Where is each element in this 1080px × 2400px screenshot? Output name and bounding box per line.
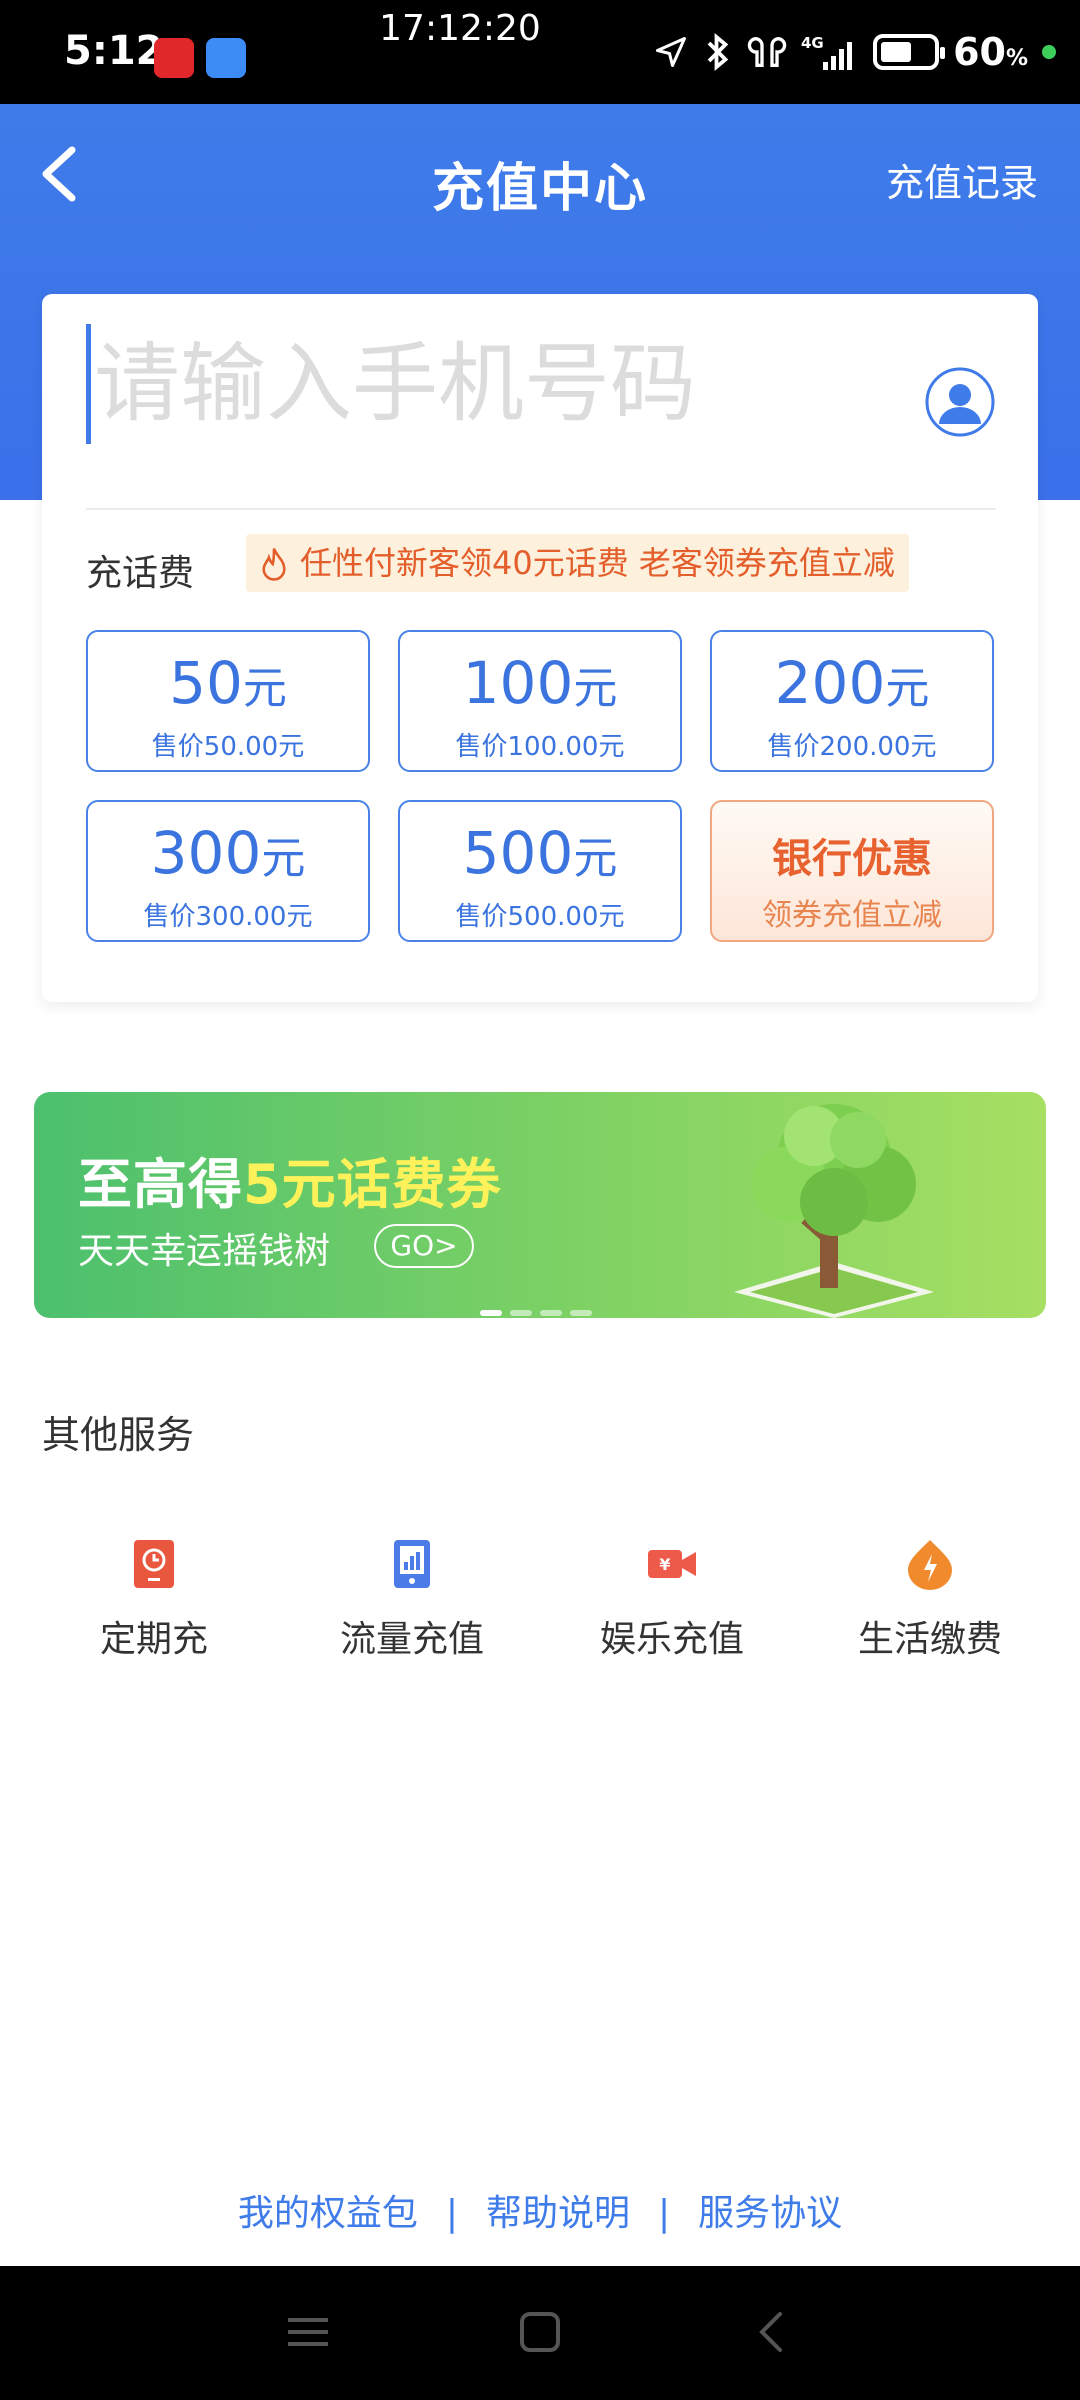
service-agreement-link[interactable]: 服务协议 bbox=[698, 2193, 842, 2234]
promo-banner[interactable]: 任性付新客领40元话费 老客领券充值立减 bbox=[246, 534, 909, 592]
option-amount: 100元 bbox=[462, 649, 618, 717]
entertainment-recharge-icon: ¥ bbox=[648, 1550, 696, 1578]
back-nav-icon[interactable] bbox=[756, 2310, 786, 2354]
banner-page-dot bbox=[540, 1310, 562, 1316]
money-tree-illustration bbox=[734, 1104, 934, 1318]
option-amount: 500元 bbox=[462, 819, 618, 887]
go-button[interactable]: GO> bbox=[374, 1224, 474, 1268]
home-icon[interactable] bbox=[518, 2310, 562, 2354]
signal-icon: 4G bbox=[801, 34, 853, 70]
recharge-option-100[interactable]: 100元 售价100.00元 bbox=[398, 630, 682, 772]
option-price: 售价100.00元 bbox=[455, 732, 625, 762]
scheduled-recharge-icon bbox=[134, 1540, 174, 1588]
utility-bill-icon bbox=[908, 1540, 952, 1590]
divider bbox=[86, 508, 996, 510]
banner-page-indicator bbox=[480, 1310, 592, 1316]
bluetooth-icon bbox=[707, 32, 729, 72]
service-label: 定期充 bbox=[99, 1619, 208, 1660]
battery-percent: 60% bbox=[953, 30, 1028, 74]
recharge-option-50[interactable]: 50元 售价50.00元 bbox=[86, 630, 370, 772]
contact-book-icon[interactable] bbox=[924, 366, 996, 438]
option-amount: 50元 bbox=[169, 649, 287, 717]
menu-icon[interactable] bbox=[288, 2310, 328, 2354]
banner-page-dot bbox=[510, 1310, 532, 1316]
banner-page-dot bbox=[480, 1310, 502, 1316]
money-tree-banner[interactable]: 至高得5元话费券 天天幸运摇钱树 GO> bbox=[34, 1092, 1046, 1318]
system-navigation-bar bbox=[0, 2266, 1080, 2400]
privacy-indicator-dot bbox=[1042, 45, 1056, 59]
bank-discount-option[interactable]: 银行优惠 领券充值立减 bbox=[710, 800, 994, 942]
banner-page-dot bbox=[570, 1310, 592, 1316]
option-amount: 300元 bbox=[150, 819, 306, 887]
option-price: 售价500.00元 bbox=[455, 902, 625, 932]
footer-links: 我的权益包 | 帮助说明 | 服务协议 bbox=[0, 2184, 1080, 2236]
link-separator: | bbox=[658, 2193, 671, 2234]
service-utility-bill[interactable]: 生活缴费 bbox=[820, 1536, 1040, 1662]
promo-text: 任性付新客领40元话费 老客领券充值立减 bbox=[300, 544, 895, 582]
svg-text:¥: ¥ bbox=[659, 1555, 670, 1574]
link-separator: | bbox=[445, 2193, 458, 2234]
recharge-option-200[interactable]: 200元 售价200.00元 bbox=[710, 630, 994, 772]
recharge-option-300[interactable]: 300元 售价300.00元 bbox=[86, 800, 370, 942]
recharge-option-500[interactable]: 500元 售价500.00元 bbox=[398, 800, 682, 942]
recharge-center-page: 5:12 17:12:20 4G 60% 充值中心 充值记录 请输入手机号码 充… bbox=[0, 0, 1080, 2400]
bank-discount-subtitle: 领券充值立减 bbox=[762, 898, 942, 933]
data-recharge-icon bbox=[394, 1540, 430, 1588]
option-price: 售价300.00元 bbox=[143, 902, 313, 932]
help-link[interactable]: 帮助说明 bbox=[486, 2193, 630, 2234]
service-scheduled-recharge[interactable]: 定期充 bbox=[44, 1536, 264, 1662]
phone-fee-label: 充话费 bbox=[86, 553, 195, 594]
status-icons: 4G 60% bbox=[653, 30, 1056, 74]
recharge-record-link[interactable]: 充值记录 bbox=[886, 152, 1038, 207]
svg-text:4G: 4G bbox=[801, 34, 824, 52]
option-price: 售价200.00元 bbox=[767, 732, 937, 762]
service-label: 生活缴费 bbox=[857, 1619, 1002, 1660]
service-data-recharge[interactable]: 流量充值 bbox=[302, 1536, 522, 1662]
status-bar: 5:12 17:12:20 4G 60% bbox=[0, 0, 1080, 104]
location-icon bbox=[656, 37, 687, 67]
text-cursor bbox=[86, 324, 91, 444]
my-benefits-link[interactable]: 我的权益包 bbox=[238, 2193, 418, 2234]
option-amount: 200元 bbox=[774, 649, 930, 717]
battery-icon bbox=[873, 34, 946, 70]
phone-number-input[interactable] bbox=[94, 324, 884, 444]
banner-subtitle: 天天幸运摇钱树 bbox=[78, 1231, 331, 1272]
option-price: 售价50.00元 bbox=[151, 732, 305, 762]
other-services-title: 其他服务 bbox=[42, 1413, 195, 1457]
recharge-card: 充话费 任性付新客领40元话费 老客领券充值立减 50元 售价50.00元 10… bbox=[42, 294, 1038, 1002]
service-label: 娱乐充值 bbox=[599, 1619, 744, 1660]
service-entertainment-recharge[interactable]: ¥ 娱乐充值 bbox=[562, 1536, 782, 1662]
banner-title: 至高得5元话费券 bbox=[78, 1153, 502, 1216]
flame-icon bbox=[262, 548, 286, 581]
service-label: 流量充值 bbox=[339, 1619, 484, 1660]
earbuds-icon bbox=[747, 36, 787, 67]
bank-discount-title: 银行优惠 bbox=[772, 836, 932, 882]
